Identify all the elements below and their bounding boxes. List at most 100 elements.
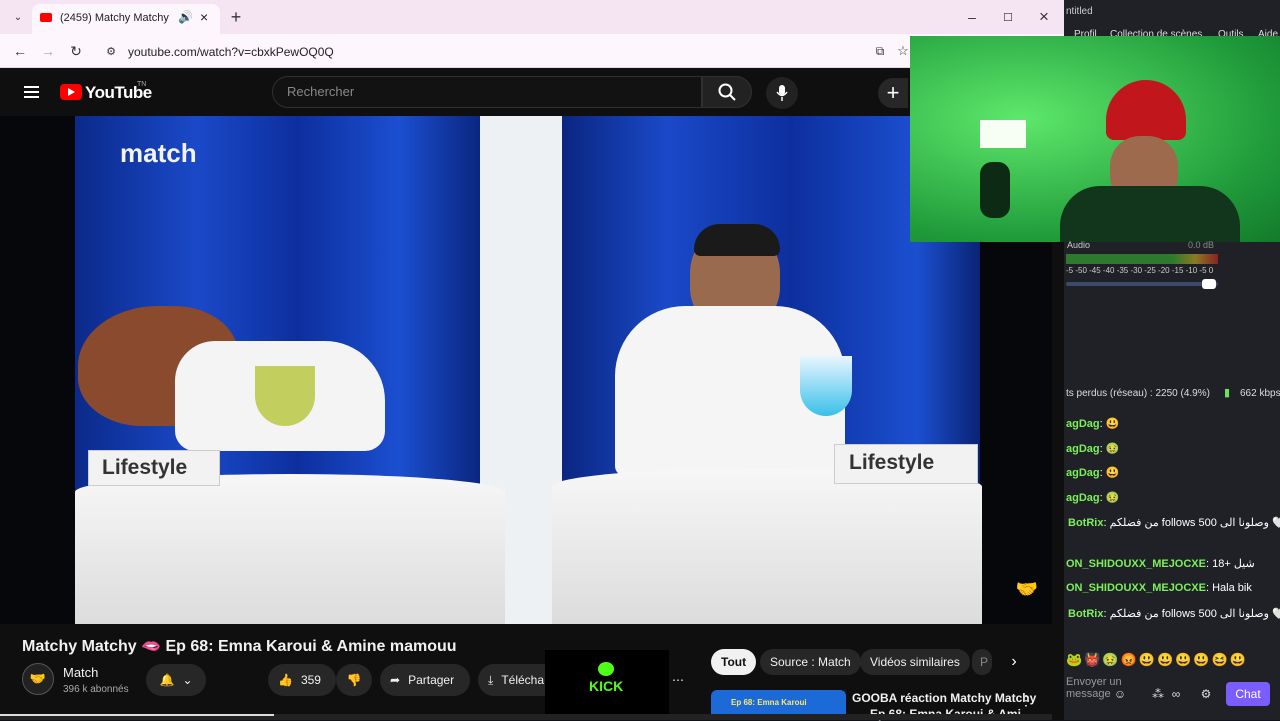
chip-all[interactable]: Tout — [711, 649, 757, 675]
like-button[interactable]: 👍 359 — [268, 664, 336, 696]
users-icon[interactable]: ⁂ — [1150, 686, 1166, 702]
subscription-bell-button[interactable]: 🔔 ⌄ — [146, 664, 206, 696]
channel-name[interactable]: Match — [63, 665, 98, 680]
emote-icon[interactable]: 😃 — [1175, 652, 1193, 667]
chat-username[interactable]: agDag — [1066, 443, 1100, 455]
emote-icon: 🤢 — [1105, 492, 1120, 504]
chat-username[interactable]: BotRix — [1068, 608, 1103, 620]
like-count: 359 — [300, 673, 321, 687]
obs-title: ntitled — [1066, 6, 1093, 17]
site-info-icon[interactable]: ⚙ — [104, 40, 118, 64]
audio-volume-slider[interactable] — [1066, 279, 1218, 289]
emote-icon[interactable]: 🐸 — [1066, 652, 1084, 667]
bookmark-star-icon[interactable]: ☆ — [896, 42, 910, 60]
video-cocktail-right — [800, 356, 852, 416]
browser-tab[interactable]: (2459) Matchy Matchy 🔊 × — [32, 4, 220, 34]
chat-message: ON_SHIDOUXX_MEJOCXE: Hala bik — [1066, 582, 1252, 594]
maximize-window-icon[interactable]: ☐ — [998, 8, 1018, 26]
search-input[interactable]: Rechercher — [272, 76, 702, 108]
audio-meter-scale: -5 -50 -45 -40 -35 -30 -25 -20 -15 -10 -… — [1066, 266, 1214, 275]
chat-username[interactable]: ON_SHIDOUXX_MEJOCXE — [1066, 558, 1206, 570]
thumbs-down-icon: 👎 — [346, 673, 362, 687]
webcam-backpack — [980, 162, 1010, 218]
chat-message: agDag: 🤢 — [1066, 442, 1119, 455]
search-icon[interactable] — [702, 76, 752, 108]
video-title: Matchy Matchy 🫦 Ep 68: Emna Karoui & Ami… — [22, 638, 457, 655]
reload-icon[interactable]: ↻ — [66, 42, 86, 60]
chip-related[interactable]: Vidéos similaires — [860, 649, 970, 675]
share-label: Partager — [408, 673, 455, 687]
video-cocktail-left — [255, 366, 315, 426]
obs-bitrate: 662 kbps — [1240, 388, 1280, 399]
emote-icon[interactable]: 😃 — [1193, 652, 1211, 667]
chip-partial[interactable]: P — [972, 649, 992, 675]
back-arrow-icon[interactable]: ← — [10, 42, 30, 60]
chat-text: من فضلكم follows وصلونا الى 500 🤍 — [1109, 608, 1280, 620]
chat-message: agDag: 😃 — [1066, 466, 1119, 479]
chip-source[interactable]: Source : Match — [760, 649, 861, 675]
chat-username[interactable]: BotRix — [1068, 517, 1103, 529]
infinity-icon[interactable]: ∞ — [1168, 686, 1184, 702]
progress-fill — [0, 714, 274, 716]
emote-icon[interactable]: 🤢 — [1102, 652, 1120, 667]
audio-label: Audio — [1067, 240, 1091, 250]
chat-username[interactable]: agDag — [1066, 418, 1100, 430]
channel-avatar[interactable]: 🤝 — [22, 663, 54, 695]
chat-text: من فضلكم follows وصلونا الى 500 🤍 — [1109, 517, 1280, 529]
create-plus-icon[interactable]: + — [878, 78, 908, 108]
emote-icon[interactable]: 😃 — [1230, 652, 1248, 667]
emote-icon[interactable]: 😆 — [1212, 652, 1230, 667]
subscriber-count: 396 k abonnés — [63, 684, 129, 695]
close-window-icon[interactable]: × — [1034, 7, 1054, 27]
url-text: youtube.com/watch?v=cbxkPewOQ0Q — [128, 45, 334, 59]
youtube-logo-icon[interactable] — [60, 84, 82, 100]
recommended-title[interactable]: GOOBA réaction Matchy Matchy — [852, 691, 1036, 705]
emote-picker-row[interactable]: 🐸👹🤢😡😃😃😃😃😆😃 — [1066, 652, 1278, 670]
chat-username[interactable]: agDag — [1066, 492, 1100, 504]
video-person-right-hair — [694, 224, 780, 256]
chat-message: ON_SHIDOUXX_MEJOCXE: 18+ شيل — [1066, 557, 1255, 570]
recommended-more-icon[interactable]: ⋮ — [1018, 690, 1034, 710]
new-tab-icon[interactable]: + — [226, 7, 246, 27]
signal-bars-icon: ▮ — [1224, 387, 1231, 399]
chips-next-chevron-icon[interactable]: › — [1004, 652, 1024, 672]
emote-icon[interactable]: 😡 — [1121, 652, 1139, 667]
install-app-icon[interactable]: ⧉ — [870, 42, 890, 60]
emote-icon[interactable]: 😃 — [1139, 652, 1157, 667]
emoji-picker-icon[interactable]: ☺ — [1112, 686, 1128, 702]
progress-track[interactable] — [0, 714, 1052, 720]
emote-icon[interactable]: 😃 — [1157, 652, 1175, 667]
tab-close-icon[interactable]: × — [200, 9, 208, 25]
channel-watermark-icon[interactable]: 🤝 — [1012, 576, 1042, 602]
audio-volume-thumb[interactable] — [1202, 279, 1216, 289]
tab-list-chevron-icon[interactable]: ⌄ — [8, 8, 28, 26]
kick-logo-text: KICK — [589, 678, 624, 694]
webcam-person-body — [1060, 186, 1240, 242]
more-actions-icon[interactable]: ⋯ — [666, 664, 690, 696]
obs-dropped-frames: ts perdus (réseau) : 2250 (4.9%) — [1066, 388, 1210, 399]
emote-icon[interactable]: 👹 — [1084, 652, 1102, 667]
chat-send-button[interactable]: Chat — [1226, 682, 1270, 706]
thumbs-up-icon: 👍 — [278, 673, 293, 687]
chat-username[interactable]: agDag — [1066, 467, 1100, 479]
emote-icon: 😃 — [1105, 467, 1120, 479]
forward-arrow-icon[interactable]: → — [38, 42, 58, 60]
url-field[interactable]: ⚙ youtube.com/watch?v=cbxkPewOQ0Q — [98, 40, 898, 64]
chat-message: agDag: 😃 — [1066, 417, 1119, 430]
video-player[interactable]: match Lifestyle Lifestyle 🤝 — [0, 116, 1052, 624]
dislike-button[interactable]: 👎 — [336, 664, 372, 696]
share-button[interactable]: ➦ Partager — [380, 664, 470, 696]
menu-hamburger-icon[interactable] — [24, 86, 39, 98]
video-table-right — [552, 468, 982, 624]
audio-playing-icon[interactable]: 🔊 — [178, 10, 193, 24]
voice-search-mic-icon[interactable] — [766, 77, 798, 109]
chat-text: 18+ شيل — [1212, 558, 1255, 570]
download-icon: ⤓ — [488, 672, 494, 687]
settings-gear-icon[interactable]: ⚙ — [1198, 686, 1214, 702]
share-arrow-icon: ➦ — [390, 673, 401, 687]
chat-username[interactable]: ON_SHIDOUXX_MEJOCXE — [1066, 582, 1206, 594]
minimize-window-icon[interactable]: – — [962, 8, 982, 26]
recommended-thumbnail-text: Ep 68: Emna Karoui — [731, 698, 807, 707]
webcam-light-panel — [980, 120, 1026, 148]
webcam-overlay — [910, 36, 1280, 242]
